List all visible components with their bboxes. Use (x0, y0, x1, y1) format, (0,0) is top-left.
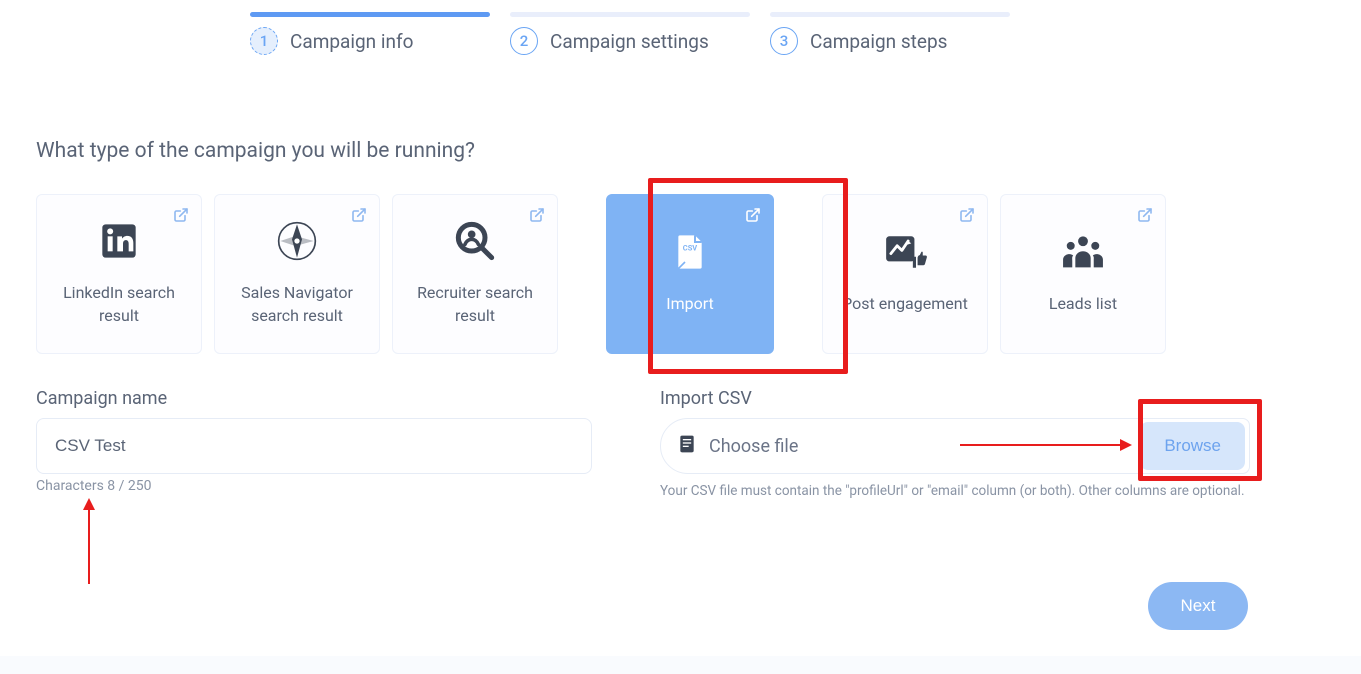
csv-file-icon: CSV (670, 232, 710, 276)
compass-icon (277, 221, 317, 265)
annotation-arrow-up (88, 500, 90, 584)
card-title: Post engagement (842, 292, 968, 315)
card-title: Leads list (1049, 292, 1117, 315)
footer-strip (0, 656, 1361, 674)
external-link-icon (745, 207, 761, 227)
campaign-type-heading: What type of the campaign you will be ru… (36, 139, 475, 163)
file-chooser[interactable]: Choose file Browse (660, 418, 1250, 474)
browse-button[interactable]: Browse (1140, 422, 1245, 470)
step-campaign-settings[interactable]: 2 Campaign settings (510, 12, 750, 55)
external-link-icon (959, 207, 975, 227)
card-title: Recruiter search result (417, 281, 533, 327)
step-progress-bar (510, 12, 750, 17)
file-placeholder: Choose file (709, 436, 1128, 457)
import-csv-label: Import CSV (660, 388, 752, 409)
people-group-icon (1060, 232, 1106, 276)
step-number: 1 (250, 27, 278, 55)
spacer (570, 194, 594, 354)
svg-text:CSV: CSV (683, 244, 698, 253)
campaign-name-input[interactable] (36, 418, 592, 474)
step-label: Campaign info (290, 30, 413, 53)
card-title: LinkedIn search result (63, 281, 175, 327)
card-post-engagement[interactable]: Post engagement (822, 194, 988, 354)
card-linkedin-search[interactable]: LinkedIn search result (36, 194, 202, 354)
step-progress-bar (250, 12, 490, 17)
next-button[interactable]: Next (1148, 582, 1248, 630)
file-icon (677, 434, 697, 458)
external-link-icon (351, 207, 367, 227)
external-link-icon (173, 207, 189, 227)
card-sales-navigator[interactable]: Sales Navigator search result (214, 194, 380, 354)
campaign-name-label: Campaign name (36, 388, 167, 409)
spacer (786, 194, 810, 354)
external-link-icon (529, 207, 545, 227)
card-import[interactable]: CSV Import (606, 194, 774, 354)
step-label: Campaign settings (550, 30, 709, 53)
campaign-type-cards: LinkedIn search result Sales Navigator s… (36, 194, 1166, 354)
step-label: Campaign steps (810, 30, 947, 53)
chart-like-icon (883, 232, 927, 276)
external-link-icon (1137, 207, 1153, 227)
step-campaign-info[interactable]: 1 Campaign info (250, 12, 490, 55)
card-leads-list[interactable]: Leads list (1000, 194, 1166, 354)
card-title: Import (666, 292, 714, 315)
wizard-stepper: 1 Campaign info 2 Campaign settings 3 Ca… (250, 12, 1010, 55)
card-recruiter-search[interactable]: Recruiter search result (392, 194, 558, 354)
card-title: Sales Navigator search result (241, 281, 353, 327)
step-progress-bar (770, 12, 1010, 17)
person-search-icon (455, 221, 495, 265)
csv-hint: Your CSV file must contain the "profileU… (660, 482, 1250, 501)
step-campaign-steps[interactable]: 3 Campaign steps (770, 12, 1010, 55)
step-number: 3 (770, 27, 798, 55)
linkedin-icon (99, 221, 139, 265)
step-number: 2 (510, 27, 538, 55)
character-counter: Characters 8 / 250 (36, 478, 152, 494)
